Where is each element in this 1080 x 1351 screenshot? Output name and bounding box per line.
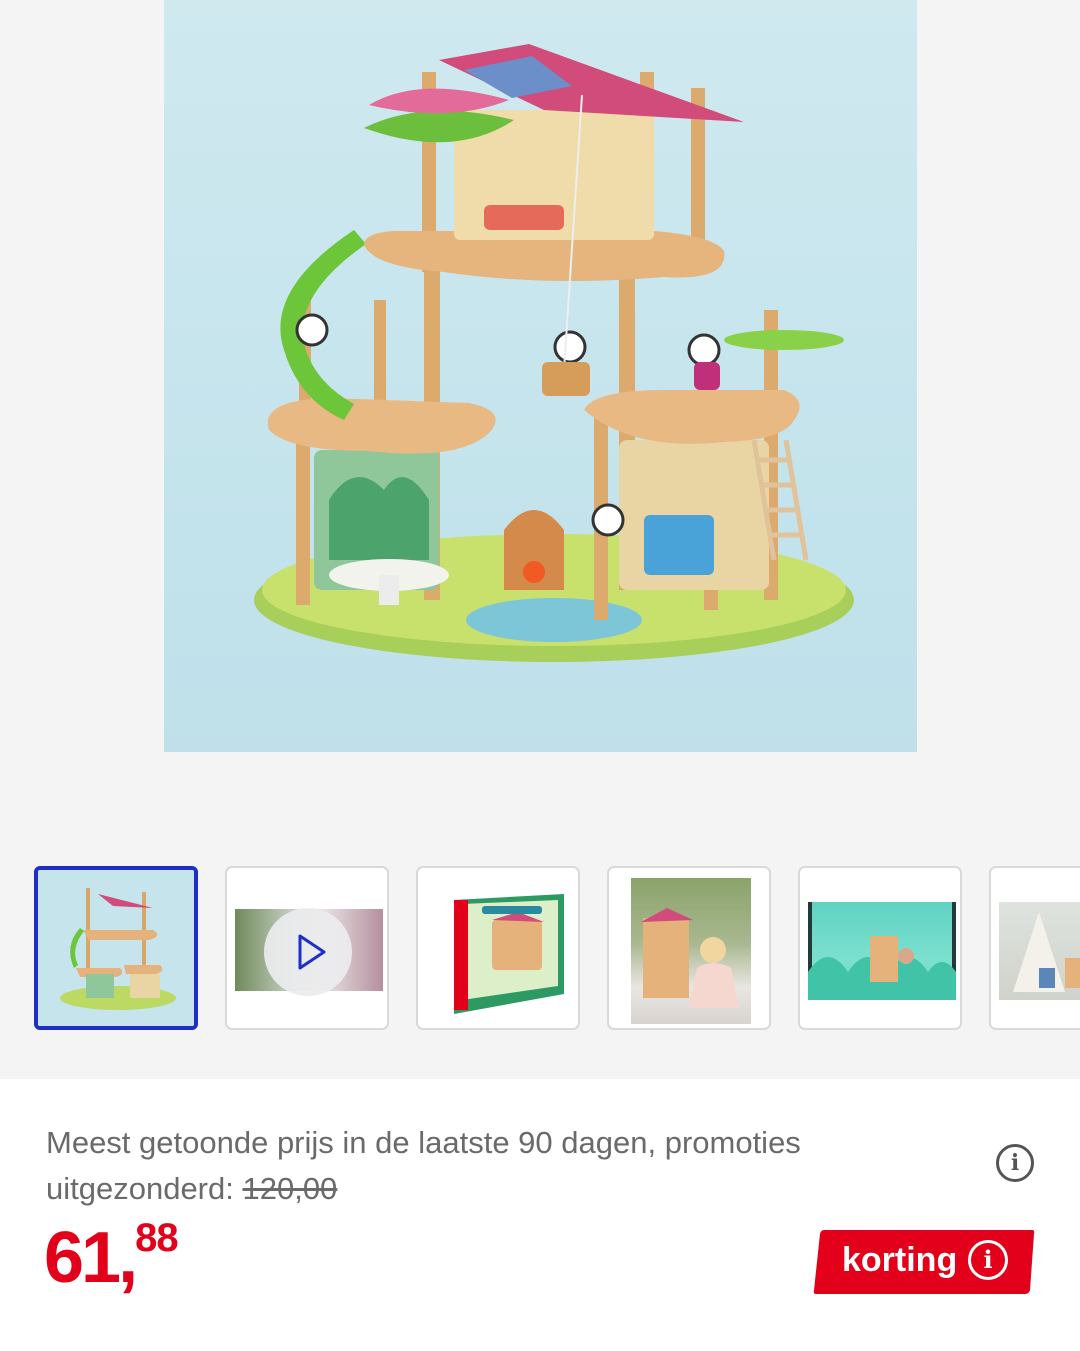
price-decimals: 88 bbox=[135, 1216, 178, 1260]
lowest-price-note: Meest getoonde prijs in de laatste 90 da… bbox=[46, 1120, 946, 1212]
lowest-price-value: 120,00 bbox=[242, 1171, 338, 1206]
price-integer: 61, bbox=[44, 1218, 138, 1298]
thumbnail-6[interactable] bbox=[989, 866, 1080, 1030]
lowest-price-label: Meest getoonde prijs in de laatste 90 da… bbox=[46, 1125, 801, 1206]
thumbnail-1[interactable] bbox=[34, 866, 198, 1030]
thumbnail-3[interactable] bbox=[416, 866, 580, 1030]
thumbnail-gallery bbox=[0, 866, 1080, 1034]
lifestyle-photo bbox=[808, 902, 956, 1000]
tipi-photo bbox=[999, 902, 1080, 1000]
discount-label: korting bbox=[842, 1241, 958, 1279]
box-packaging-photo bbox=[452, 890, 578, 1018]
play-icon[interactable] bbox=[264, 908, 352, 996]
info-icon[interactable]: i bbox=[996, 1144, 1034, 1182]
treehouse-photo bbox=[38, 870, 194, 1026]
child-playing-photo bbox=[631, 878, 751, 1024]
main-product-image[interactable] bbox=[164, 0, 917, 752]
current-price: 61,88 bbox=[44, 1216, 179, 1298]
thumbnail-5[interactable] bbox=[798, 866, 962, 1030]
thumbnail-2-video[interactable] bbox=[225, 866, 389, 1030]
thumbnail-4[interactable] bbox=[607, 866, 771, 1030]
discount-badge-button[interactable]: korting i bbox=[812, 1228, 1036, 1296]
discount-info-icon[interactable]: i bbox=[968, 1240, 1008, 1280]
